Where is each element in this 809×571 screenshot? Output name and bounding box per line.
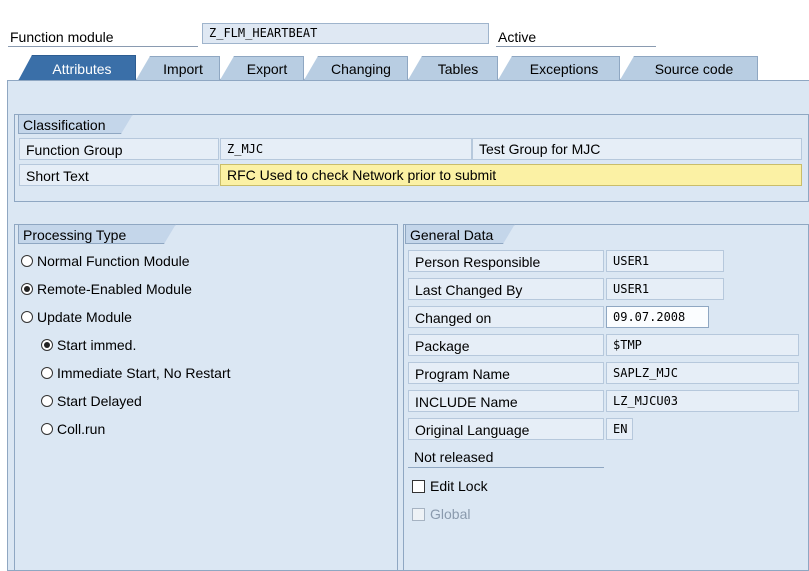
include-name-label: INCLUDE Name: [408, 390, 604, 412]
tab-source-code[interactable]: Source code: [620, 56, 758, 80]
radio-label: Immediate Start, No Restart: [57, 365, 231, 381]
radio-button-on[interactable]: [41, 339, 53, 351]
radio-start-delayed[interactable]: Start Delayed: [41, 389, 142, 413]
radio-immediate-start-no-restart[interactable]: Immediate Start, No Restart: [41, 361, 231, 385]
short-text-field[interactable]: RFC Used to check Network prior to submi…: [220, 164, 802, 186]
radio-update-module[interactable]: Update Module: [21, 305, 132, 329]
program-name-field[interactable]: SAPLZ_MJC: [606, 362, 799, 384]
radio-normal-function-module[interactable]: Normal Function Module: [21, 249, 190, 273]
original-language-label: Original Language: [408, 418, 604, 440]
package-label: Package: [408, 334, 604, 356]
edit-lock-checkbox[interactable]: [412, 479, 425, 493]
tab-changing[interactable]: Changing: [304, 56, 408, 80]
radio-button-off[interactable]: [41, 395, 53, 407]
general-data-title: General Data: [405, 224, 515, 244]
edit-lock-label: Edit Lock: [430, 478, 488, 494]
person-responsible-field[interactable]: USER1: [606, 250, 724, 272]
radio-label: Start immed.: [57, 337, 137, 353]
function-module-field[interactable]: Z_FLM_HEARTBEAT: [202, 23, 489, 44]
radio-label: Remote-Enabled Module: [37, 281, 192, 297]
radio-label: Coll.run: [57, 421, 106, 437]
function-group-label: Function Group: [19, 138, 219, 160]
edit-lock-checkbox-row[interactable]: Edit Lock: [412, 476, 488, 496]
program-name-label: Program Name: [408, 362, 604, 384]
person-responsible-label: Person Responsible: [408, 250, 604, 272]
last-changed-by-label: Last Changed By: [408, 278, 604, 300]
short-text-label: Short Text: [19, 164, 219, 186]
radio-button-off[interactable]: [41, 367, 53, 379]
include-name-field[interactable]: LZ_MJCU03: [606, 390, 799, 412]
changed-on-label: Changed on: [408, 306, 604, 328]
last-changed-by-field[interactable]: USER1: [606, 278, 724, 300]
radio-button-off[interactable]: [21, 255, 33, 267]
global-label: Global: [430, 506, 471, 522]
tab-export[interactable]: Export: [220, 56, 304, 80]
radio-label: Update Module: [37, 309, 132, 325]
function-group-field[interactable]: Z_MJC: [220, 138, 472, 160]
radio-label: Normal Function Module: [37, 253, 190, 269]
tab-tables[interactable]: Tables: [408, 56, 498, 80]
processing-type-title: Processing Type: [18, 224, 176, 244]
tab-import[interactable]: Import: [136, 56, 220, 80]
status-text: Active: [496, 27, 656, 47]
release-status: Not released: [408, 446, 604, 468]
global-checkbox: [412, 507, 425, 521]
tab-exceptions[interactable]: Exceptions: [498, 56, 620, 80]
global-checkbox-row: Global: [412, 504, 470, 524]
package-field[interactable]: $TMP: [606, 334, 799, 356]
function-group-text: Test Group for MJC: [472, 138, 802, 160]
radio-start-immed[interactable]: Start immed.: [41, 333, 136, 357]
tab-attributes[interactable]: Attributes: [18, 55, 136, 81]
radio-button-off[interactable]: [41, 423, 53, 435]
radio-button-off[interactable]: [21, 311, 33, 323]
radio-remote-enabled-module[interactable]: Remote-Enabled Module: [21, 277, 192, 301]
radio-coll-run[interactable]: Coll.run: [41, 417, 105, 441]
function-module-label: Function module: [8, 27, 198, 47]
radio-button-on[interactable]: [21, 283, 33, 295]
classification-title: Classification: [18, 114, 133, 134]
changed-on-field[interactable]: 09.07.2008: [606, 306, 709, 328]
radio-label: Start Delayed: [57, 393, 142, 409]
original-language-field[interactable]: EN: [606, 418, 633, 440]
